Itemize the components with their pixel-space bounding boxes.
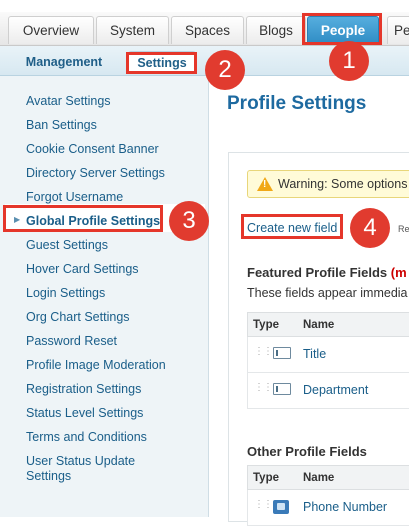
featured-fields-title: Featured Profile Fields	[247, 265, 388, 280]
tab-overview[interactable]: Overview	[8, 16, 94, 44]
warning-text: Warning: Some options	[278, 177, 408, 191]
highlight-global-profile-settings	[3, 205, 163, 232]
warning-icon: !	[257, 177, 273, 191]
sidebar-item-avatar-settings[interactable]: Avatar Settings	[26, 94, 196, 109]
drag-handle-icon[interactable]: ⋮⋮	[254, 383, 273, 393]
field-name-link[interactable]: Phone Number	[303, 500, 387, 514]
sidebar-item-profile-image-moderation[interactable]: Profile Image Moderation	[26, 358, 196, 373]
featured-table-header: Type Name	[247, 312, 409, 337]
sidebar-item-ban-settings[interactable]: Ban Settings	[26, 118, 196, 133]
sidebar-item-directory-server-settings[interactable]: Directory Server Settings	[26, 166, 196, 181]
tab-truncated[interactable]: Pe	[387, 16, 409, 44]
top-strip	[0, 0, 409, 12]
sidebar-item-hover-card-settings[interactable]: Hover Card Settings	[26, 262, 196, 277]
tab-spaces[interactable]: Spaces	[171, 16, 244, 44]
page-title: Profile Settings	[227, 93, 367, 114]
highlight-settings-subtab	[126, 52, 197, 74]
table-row[interactable]: ⋮⋮ Title	[247, 337, 409, 373]
sidebar-item-user-status-update[interactable]: User Status Update	[26, 454, 196, 469]
warning-banner: ! Warning: Some options	[247, 170, 409, 198]
other-fields-heading: Other Profile Fields	[247, 444, 367, 459]
highlight-people-tab	[302, 13, 382, 45]
step-badge-4: 4	[350, 208, 390, 248]
sidebar-item-registration-settings[interactable]: Registration Settings	[26, 382, 196, 397]
drag-handle-icon[interactable]: ⋮⋮	[254, 500, 273, 510]
featured-fields-suffix: (m	[390, 265, 407, 280]
phone-field-icon	[273, 500, 289, 514]
sidebar-item-forgot-username[interactable]: Forgot Username	[26, 190, 196, 205]
featured-fields-heading: Featured Profile Fields (m	[247, 265, 407, 280]
column-type: Type	[253, 472, 279, 484]
sidebar-item-password-reset[interactable]: Password Reset	[26, 334, 196, 349]
field-name-link[interactable]: Department	[303, 383, 368, 397]
tab-blogs[interactable]: Blogs	[246, 16, 306, 44]
text-field-icon	[273, 383, 291, 395]
step-badge-2: 2	[205, 50, 245, 90]
sidebar-item-terms-and-conditions[interactable]: Terms and Conditions	[26, 430, 196, 445]
highlight-create-new-field	[241, 214, 343, 239]
column-type: Type	[253, 319, 279, 331]
table-row[interactable]: ⋮⋮ Department	[247, 373, 409, 409]
other-table-header: Type Name	[247, 465, 409, 490]
table-row[interactable]: ⋮⋮ Phone Number	[247, 490, 409, 526]
sidebar-item-user-status-update-line2[interactable]: Settings	[26, 469, 196, 484]
sidebar-item-cookie-consent-banner[interactable]: Cookie Consent Banner	[26, 142, 196, 157]
sidebar-item-org-chart-settings[interactable]: Org Chart Settings	[26, 310, 196, 325]
subtab-management[interactable]: Management	[14, 51, 114, 73]
featured-fields-description: These fields appear immedia	[247, 286, 408, 300]
step-badge-3: 3	[169, 201, 209, 241]
tab-system[interactable]: System	[96, 16, 169, 44]
sidebar-item-login-settings[interactable]: Login Settings	[26, 286, 196, 301]
column-name: Name	[303, 319, 335, 331]
text-field-icon	[273, 347, 291, 359]
sidebar-item-guest-settings[interactable]: Guest Settings	[26, 238, 196, 253]
drag-handle-icon[interactable]: ⋮⋮	[254, 347, 273, 357]
field-name-link[interactable]: Title	[303, 347, 326, 361]
column-name: Name	[303, 472, 335, 484]
truncated-link[interactable]: Re	[398, 224, 409, 234]
step-badge-1: 1	[329, 41, 369, 81]
sidebar-item-status-level-settings[interactable]: Status Level Settings	[26, 406, 196, 421]
